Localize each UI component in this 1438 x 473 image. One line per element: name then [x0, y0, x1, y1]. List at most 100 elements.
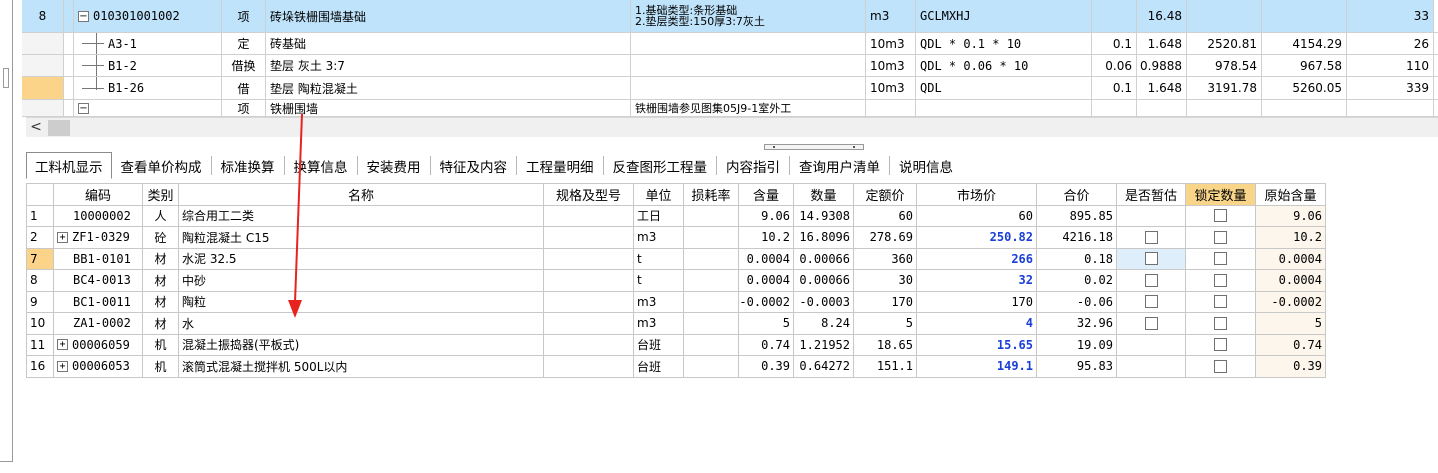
checkbox[interactable]: [1214, 230, 1227, 244]
bill-row[interactable]: − 项铁栅围墙 铁栅围墙参见图集05J9-1室外工: [22, 100, 1438, 117]
resource-total[interactable]: 895.85: [1037, 205, 1117, 227]
header-spec[interactable]: 规格及型号: [544, 184, 634, 206]
resource-unit[interactable]: 工日: [634, 205, 684, 227]
quantity-formula[interactable]: QDL: [916, 77, 1092, 99]
row-index[interactable]: 8: [27, 270, 54, 292]
resource-total[interactable]: 0.02: [1037, 270, 1117, 292]
resource-total[interactable]: -0.06: [1037, 291, 1117, 313]
header-lock-quantity[interactable]: 锁定数量: [1186, 184, 1256, 206]
tab-5[interactable]: 特征及内容: [431, 156, 517, 176]
quota-price[interactable]: 60: [854, 205, 917, 227]
content-amount[interactable]: 0.0004: [739, 270, 794, 292]
resource-code[interactable]: BC4-0013: [54, 270, 143, 292]
header-market-price[interactable]: 市场价: [917, 184, 1037, 206]
collapse-icon[interactable]: −: [78, 10, 89, 22]
bill-row[interactable]: B1-2 借换 垫层 灰土 3:7 10m3 QDL * 0.06 * 10 0.06 0.…: [22, 55, 1438, 77]
header-category[interactable]: 类别: [143, 184, 179, 206]
header-provisional[interactable]: 是否暂估: [1117, 184, 1186, 206]
row-number[interactable]: [22, 55, 64, 76]
left-panel-handle[interactable]: [3, 68, 9, 88]
item-features[interactable]: [631, 77, 866, 99]
resource-category[interactable]: 机: [143, 356, 179, 378]
header-quantity[interactable]: 数量: [794, 184, 854, 206]
scroll-thumb[interactable]: [48, 120, 70, 136]
item-unit[interactable]: 10m3: [866, 33, 916, 54]
resource-category[interactable]: 材: [143, 270, 179, 292]
provisional-checkbox[interactable]: [1117, 248, 1186, 270]
line-total[interactable]: 5260.05: [1262, 77, 1347, 99]
resource-quantity[interactable]: 8.24: [794, 313, 854, 335]
item-unit[interactable]: m3: [866, 0, 916, 32]
resource-category[interactable]: 材: [143, 291, 179, 313]
provisional-checkbox[interactable]: [1117, 356, 1186, 378]
lock-quantity-checkbox[interactable]: [1186, 248, 1256, 270]
resource-name[interactable]: 混凝土振捣器(平板式): [179, 334, 544, 356]
item-features[interactable]: 铁栅围墙参见图集05J9-1室外工: [631, 100, 866, 116]
collapse-icon[interactable]: −: [78, 102, 89, 114]
line-total[interactable]: 967.58: [1262, 55, 1347, 76]
extra-column[interactable]: 26: [1347, 33, 1434, 54]
item-features[interactable]: [631, 33, 866, 54]
market-price[interactable]: 250.82: [917, 227, 1037, 249]
coefficient[interactable]: [1092, 0, 1137, 32]
resource-unit[interactable]: 台班: [634, 356, 684, 378]
panel-splitter[interactable]: [764, 144, 864, 150]
market-price[interactable]: 170: [917, 291, 1037, 313]
horizontal-scrollbar[interactable]: <: [26, 117, 1438, 137]
quantity[interactable]: 16.48: [1137, 0, 1187, 32]
item-code[interactable]: −010301001002: [74, 0, 222, 32]
quantity-formula[interactable]: QDL * 0.1 * 10: [916, 33, 1092, 54]
resource-row[interactable]: 9 BC1-0011 材陶粒 m3 -0.0002 -0.0003 170 170 -0.06-…: [27, 291, 1326, 313]
header-loss-rate[interactable]: 损耗率: [684, 184, 739, 206]
resource-spec[interactable]: [544, 227, 634, 249]
extra-column[interactable]: 339: [1347, 77, 1434, 99]
item-code[interactable]: B1-2: [74, 55, 222, 76]
original-content[interactable]: 5: [1256, 313, 1326, 335]
resource-name[interactable]: 水: [179, 313, 544, 335]
resource-spec[interactable]: [544, 205, 634, 227]
lock-quantity-checkbox[interactable]: [1186, 356, 1256, 378]
quota-price[interactable]: 278.69: [854, 227, 917, 249]
quota-price[interactable]: 170: [854, 291, 917, 313]
resource-name[interactable]: 陶粒: [179, 291, 544, 313]
checkbox[interactable]: [1214, 273, 1227, 287]
checkbox[interactable]: [1214, 252, 1227, 266]
coefficient[interactable]: 0.06: [1092, 55, 1137, 76]
extra-column[interactable]: [1347, 100, 1434, 116]
provisional-checkbox[interactable]: [1117, 270, 1186, 292]
quantity[interactable]: [1137, 100, 1187, 116]
lock-quantity-checkbox[interactable]: [1186, 270, 1256, 292]
resource-unit[interactable]: 台班: [634, 334, 684, 356]
original-content[interactable]: 0.0004: [1256, 270, 1326, 292]
item-type[interactable]: 借: [222, 77, 266, 99]
coefficient[interactable]: 0.1: [1092, 33, 1137, 54]
tab-1[interactable]: 查看单价构成: [112, 156, 212, 176]
market-price[interactable]: 4: [917, 313, 1037, 335]
resource-row[interactable]: 10 ZA1-0002 材水 m3 5 8.24 5 4 32.96 5: [27, 313, 1326, 335]
tab-8[interactable]: 内容指引: [717, 156, 790, 176]
tab-3[interactable]: 换算信息: [285, 156, 358, 176]
quantity[interactable]: 1.648: [1137, 77, 1187, 99]
item-unit[interactable]: 10m3: [866, 55, 916, 76]
resource-name[interactable]: 滚筒式混凝土搅拌机 500L以内: [179, 356, 544, 378]
resource-quantity[interactable]: 0.00066: [794, 248, 854, 270]
resource-total[interactable]: 4216.18: [1037, 227, 1117, 249]
resource-category[interactable]: 材: [143, 313, 179, 335]
content-amount[interactable]: 0.0004: [739, 248, 794, 270]
resource-row[interactable]: 11 +00006059 机混凝土振捣器(平板式) 台班 0.74 1.21952 18.6…: [27, 334, 1326, 356]
item-type[interactable]: 项: [222, 100, 266, 116]
loss-rate[interactable]: [684, 270, 739, 292]
original-content[interactable]: 10.2: [1256, 227, 1326, 249]
checkbox[interactable]: [1214, 338, 1227, 352]
checkbox[interactable]: [1144, 295, 1158, 309]
resource-row[interactable]: 1 10000002 人综合用工二类 工日 9.06 14.9308 60 60 895.85 9…: [27, 205, 1326, 227]
resource-row[interactable]: 8 BC4-0013 材中砂 t 0.0004 0.00066 30 32 0.02 0.0004: [27, 270, 1326, 292]
item-unit[interactable]: [866, 100, 916, 116]
original-content[interactable]: 0.0004: [1256, 248, 1326, 270]
original-content[interactable]: 0.74: [1256, 334, 1326, 356]
tab-4[interactable]: 安装费用: [358, 156, 431, 176]
checkbox[interactable]: [1144, 230, 1158, 244]
resource-spec[interactable]: [544, 313, 634, 335]
row-index[interactable]: 2: [27, 227, 54, 249]
bill-row[interactable]: 8−010301001002 项砖垛铁栅围墙基础 1.基础类型:条形基础 2.垫层类型…: [22, 0, 1438, 33]
